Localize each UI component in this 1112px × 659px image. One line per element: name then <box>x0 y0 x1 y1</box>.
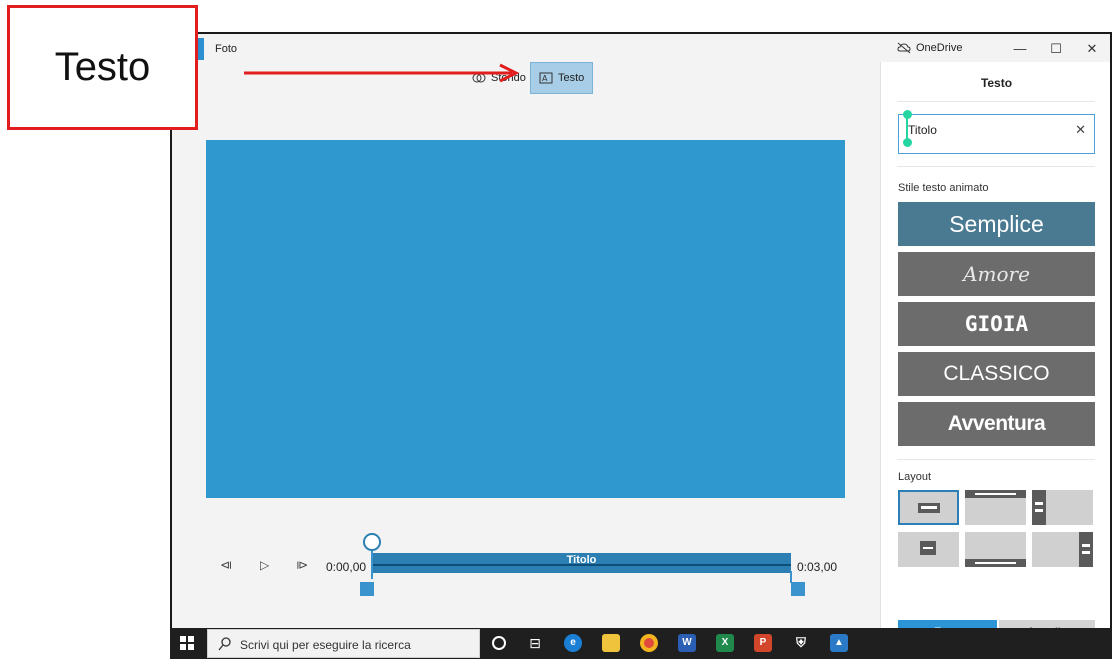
clear-text-icon[interactable]: ✕ <box>1075 122 1086 138</box>
task-view-icon[interactable]: ⊟ <box>526 634 544 652</box>
edge-icon[interactable]: e <box>564 634 582 652</box>
end-trim-handle[interactable] <box>791 582 805 596</box>
minimize-button[interactable]: — <box>1010 40 1030 58</box>
onedrive-label: OneDrive <box>916 42 963 54</box>
svg-text:A: A <box>542 74 548 83</box>
onedrive-icon <box>897 42 911 54</box>
layout-top-option[interactable] <box>965 490 1026 525</box>
word-icon[interactable]: W <box>678 634 696 652</box>
panel-title: Testo <box>980 76 1013 90</box>
layout-mark <box>975 493 1016 495</box>
close-button[interactable]: ✕ <box>1082 40 1102 58</box>
text-panel: Testo Titolo ✕ Stile testo animato Sempl… <box>880 62 1110 628</box>
onedrive-button[interactable]: OneDrive <box>897 42 962 54</box>
text-button[interactable]: A Testo <box>530 62 594 94</box>
annotation-text: Testo <box>54 45 151 89</box>
maximize-button[interactable]: ☐ <box>1046 40 1066 58</box>
annotation-arrow <box>244 63 520 83</box>
layout-mark <box>1082 551 1090 554</box>
style-gioia-button[interactable]: GIOIA <box>898 302 1095 346</box>
animated-style-label: Stile testo animato <box>898 182 989 194</box>
layout-mark <box>921 506 937 509</box>
playhead[interactable] <box>363 533 381 551</box>
layout-right-option[interactable] <box>1032 532 1093 567</box>
title-bar: Foto OneDrive — ☐ ✕ <box>172 34 1110 64</box>
previous-frame-button[interactable]: ⧏ <box>220 558 232 572</box>
text-label: Testo <box>558 72 585 84</box>
chrome-icon[interactable] <box>640 634 658 652</box>
layout-mark <box>1082 544 1090 547</box>
excel-icon[interactable]: X <box>716 634 734 652</box>
text-icon: A <box>539 72 553 84</box>
selection-handle-bottom[interactable] <box>903 138 912 147</box>
layout-left-option[interactable] <box>1032 490 1093 525</box>
clip-label: Titolo <box>566 554 597 566</box>
search-icon <box>218 637 231 651</box>
next-frame-button[interactable]: ⧐ <box>296 558 308 572</box>
style-amore-button[interactable]: Amore <box>898 252 1095 296</box>
title-text-value: Titolo <box>908 123 937 137</box>
layout-label: Layout <box>898 471 932 483</box>
layout-bottom-option[interactable] <box>965 532 1026 567</box>
app-title: Foto <box>215 43 238 55</box>
divider <box>897 101 1095 102</box>
divider <box>897 166 1095 167</box>
annotation-callout: Testo <box>7 5 198 130</box>
layout-mark <box>1035 509 1043 512</box>
security-icon[interactable]: ⛨ <box>792 634 810 652</box>
photos-icon[interactable]: ▲ <box>830 634 848 652</box>
layout-mark <box>1079 532 1093 567</box>
end-time: 0:03,00 <box>797 560 838 574</box>
layout-center-small-option[interactable] <box>898 532 959 567</box>
video-preview <box>206 140 845 498</box>
file-explorer-icon[interactable] <box>602 634 620 652</box>
start-time: 0:00,00 <box>326 560 367 574</box>
layout-mark <box>1035 502 1043 505</box>
style-avventura-button[interactable]: Avventura <box>898 402 1095 446</box>
layout-center-option[interactable] <box>898 490 959 525</box>
cancel-button[interactable]: Annulla <box>999 620 1095 628</box>
taskbar-search-box[interactable]: Scrivi qui per eseguire la ricerca <box>207 629 480 658</box>
style-semplice-button[interactable]: Semplice <box>898 202 1095 246</box>
windows-start-icon[interactable] <box>180 636 194 650</box>
divider <box>897 459 1095 460</box>
photos-app-window: Foto OneDrive — ☐ ✕ Stondo A Testo ⧏ ▷ ⧐… <box>170 32 1112 628</box>
layout-mark <box>1032 490 1046 525</box>
title-text-input[interactable]: Titolo ✕ <box>898 114 1095 154</box>
app-accent <box>198 38 204 60</box>
layout-mark <box>923 547 933 549</box>
timeline-track[interactable]: Titolo <box>372 553 791 573</box>
style-classico-button[interactable]: CLASSICO <box>898 352 1095 396</box>
start-handle-stem <box>371 551 373 579</box>
layout-mark <box>975 562 1016 564</box>
search-placeholder: Scrivi qui per eseguire la ricerca <box>240 638 411 652</box>
powerpoint-icon[interactable]: P <box>754 634 772 652</box>
done-button[interactable]: Fatto <box>898 620 997 628</box>
taskbar: Scrivi qui per eseguire la ricerca ⊟ e W… <box>170 628 1112 659</box>
cortana-icon[interactable] <box>492 636 506 650</box>
play-button[interactable]: ▷ <box>260 558 269 572</box>
start-trim-handle[interactable] <box>360 582 374 596</box>
